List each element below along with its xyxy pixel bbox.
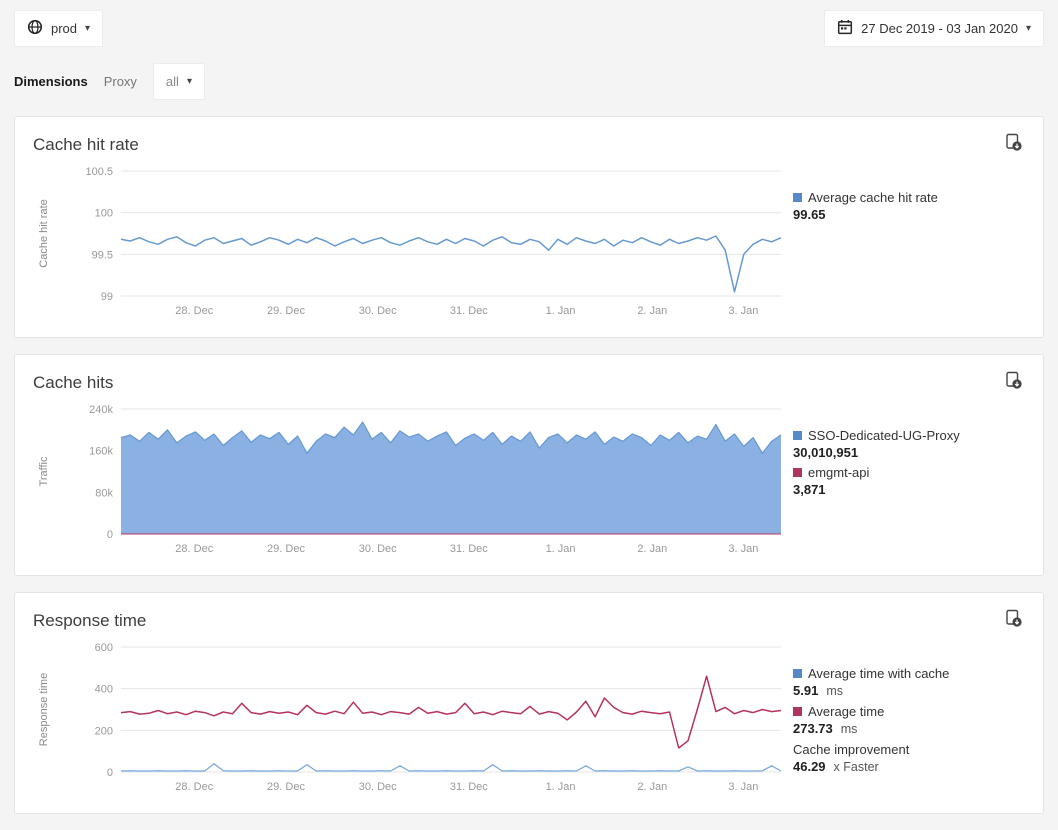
svg-text:Cache hit rate: Cache hit rate: [38, 199, 50, 267]
legend-value: 5.91: [793, 683, 818, 698]
svg-text:0: 0: [107, 529, 113, 541]
cache-hit-rate-chart: 99 99.5 100 100.5 28. Dec 29. Dec 30. Dec 31. D…: [33, 163, 793, 329]
dimensions-label: Dimensions: [14, 74, 88, 89]
chart-svg: 99 99.5 100 100.5 28. Dec 29. Dec 30. Dec 31. D…: [33, 163, 793, 324]
svg-text:3. Jan: 3. Jan: [728, 781, 758, 793]
svg-text:80k: 80k: [95, 487, 113, 499]
calendar-icon: [837, 19, 853, 38]
environment-label: prod: [51, 21, 77, 36]
svg-text:3. Jan: 3. Jan: [728, 543, 758, 555]
svg-text:240k: 240k: [89, 404, 113, 416]
svg-text:1. Jan: 1. Jan: [546, 305, 576, 317]
svg-text:30. Dec: 30. Dec: [359, 305, 397, 317]
svg-text:29. Dec: 29. Dec: [267, 305, 305, 317]
response-time-chart: 0 200 400 600 28. Dec 29. Dec 30. Dec 31. Dec 1.…: [33, 639, 793, 805]
legend-item[interactable]: emgmt-api 3,871: [793, 464, 1025, 498]
download-report-icon[interactable]: [1002, 131, 1025, 159]
card-title: Response time: [33, 611, 146, 631]
filter-bar: Dimensions Proxy all ▾: [0, 47, 1058, 110]
svg-text:600: 600: [95, 642, 113, 654]
environment-selector[interactable]: prod ▾: [14, 10, 103, 47]
top-bar: prod ▾ 27 Dec 2019 - 03 Jan 2020 ▾: [0, 0, 1058, 47]
globe-icon: [27, 19, 43, 38]
svg-text:28. Dec: 28. Dec: [175, 305, 213, 317]
svg-text:31. Dec: 31. Dec: [450, 305, 488, 317]
proxy-filter-value: all: [166, 74, 179, 89]
svg-text:3. Jan: 3. Jan: [728, 305, 758, 317]
legend-item[interactable]: Average cache hit rate 99.65: [793, 189, 1025, 223]
legend-label: SSO-Dedicated-UG-Proxy: [808, 427, 960, 444]
legend-item[interactable]: Average time 273.73 ms: [793, 703, 1025, 738]
legend-swatch: [793, 431, 802, 440]
legend-item: Cache improvement 46.29 x Faster: [793, 741, 1025, 776]
legend-label: Average time: [808, 703, 884, 720]
cache-hits-card: Cache hits 0 80k 160k 240k 28. Dec 29. Dec 30.…: [14, 354, 1044, 576]
legend-swatch: [793, 669, 802, 678]
proxy-label: Proxy: [104, 74, 137, 89]
legend-swatch: [793, 468, 802, 477]
response-time-legend: Average time with cache 5.91 ms Average t…: [793, 639, 1025, 779]
legend-label: Average cache hit rate: [808, 189, 938, 206]
cache-hits-chart: 0 80k 160k 240k 28. Dec 29. Dec 30. Dec 31. Dec…: [33, 401, 793, 567]
svg-text:30. Dec: 30. Dec: [359, 543, 397, 555]
date-range-picker[interactable]: 27 Dec 2019 - 03 Jan 2020 ▾: [824, 10, 1044, 47]
card-title: Cache hits: [33, 373, 113, 393]
svg-text:2. Jan: 2. Jan: [637, 305, 667, 317]
chevron-down-icon: ▾: [1026, 24, 1031, 34]
card-title: Cache hit rate: [33, 135, 139, 155]
svg-text:400: 400: [95, 684, 113, 696]
legend-value: 99.65: [793, 207, 826, 222]
legend-value: 273.73: [793, 721, 833, 736]
svg-text:28. Dec: 28. Dec: [175, 543, 213, 555]
chart-svg: 0 200 400 600 28. Dec 29. Dec 30. Dec 31. Dec 1.…: [33, 639, 793, 800]
svg-text:0: 0: [107, 767, 113, 779]
legend-swatch: [793, 707, 802, 716]
svg-text:2. Jan: 2. Jan: [637, 781, 667, 793]
svg-text:100: 100: [95, 208, 113, 220]
response-time-card: Response time 0 200 400 600 28. Dec 29. Dec 30…: [14, 592, 1044, 814]
legend-label: Cache improvement: [793, 741, 909, 758]
svg-text:1. Jan: 1. Jan: [546, 543, 576, 555]
svg-text:99.5: 99.5: [92, 249, 113, 261]
legend-swatch: [793, 193, 802, 202]
download-report-icon[interactable]: [1002, 369, 1025, 397]
svg-text:29. Dec: 29. Dec: [267, 781, 305, 793]
legend-suffix: ms: [826, 684, 843, 698]
svg-text:99: 99: [101, 291, 113, 303]
cache-hits-legend: SSO-Dedicated-UG-Proxy 30,010,951 emgmt-…: [793, 401, 1025, 501]
chart-svg: 0 80k 160k 240k 28. Dec 29. Dec 30. Dec 31. Dec…: [33, 401, 793, 562]
svg-text:29. Dec: 29. Dec: [267, 543, 305, 555]
proxy-filter-dropdown[interactable]: all ▾: [153, 63, 205, 100]
chevron-down-icon: ▾: [187, 77, 192, 87]
svg-text:31. Dec: 31. Dec: [450, 543, 488, 555]
svg-text:Traffic: Traffic: [38, 456, 50, 486]
legend-value: 3,871: [793, 482, 826, 497]
svg-text:31. Dec: 31. Dec: [450, 781, 488, 793]
svg-text:200: 200: [95, 725, 113, 737]
legend-suffix: ms: [841, 722, 858, 736]
download-report-icon[interactable]: [1002, 607, 1025, 635]
svg-text:28. Dec: 28. Dec: [175, 781, 213, 793]
chevron-down-icon: ▾: [85, 24, 90, 34]
svg-text:30. Dec: 30. Dec: [359, 781, 397, 793]
legend-item[interactable]: Average time with cache 5.91 ms: [793, 665, 1025, 700]
date-range-label: 27 Dec 2019 - 03 Jan 2020: [861, 21, 1018, 36]
svg-text:100.5: 100.5: [85, 166, 113, 178]
svg-text:160k: 160k: [89, 446, 113, 458]
legend-item[interactable]: SSO-Dedicated-UG-Proxy 30,010,951: [793, 427, 1025, 461]
svg-text:Response time: Response time: [38, 673, 50, 746]
cache-hit-rate-card: Cache hit rate 99 99.5 100 100.5 28. Dec 29. …: [14, 116, 1044, 338]
legend-suffix: x Faster: [834, 760, 879, 774]
svg-text:1. Jan: 1. Jan: [546, 781, 576, 793]
legend-value: 30,010,951: [793, 445, 858, 460]
cache-hit-rate-legend: Average cache hit rate 99.65: [793, 163, 1025, 226]
legend-label: Average time with cache: [808, 665, 949, 682]
svg-text:2. Jan: 2. Jan: [637, 543, 667, 555]
legend-label: emgmt-api: [808, 464, 869, 481]
legend-value: 46.29: [793, 759, 826, 774]
